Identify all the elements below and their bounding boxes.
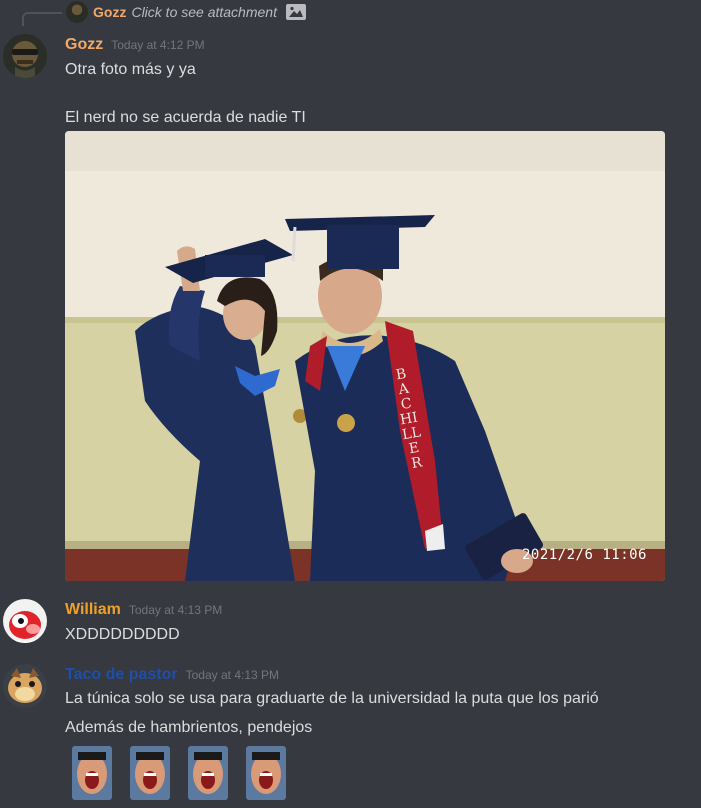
photo-attachment[interactable]: BACHILLER 2021/2/6 11:06 bbox=[65, 131, 665, 581]
reply-connector bbox=[22, 12, 62, 26]
message-text: Otra foto más y ya bbox=[65, 61, 196, 78]
photo-timestamp: 2021/2/6 11:06 bbox=[521, 547, 647, 563]
reply-text[interactable]: Click to see attachment bbox=[131, 4, 277, 20]
reply-avatar bbox=[66, 1, 88, 23]
message-text: El nerd no se acuerda de nadie TI bbox=[65, 109, 306, 126]
image-icon bbox=[285, 4, 306, 20]
avatar[interactable] bbox=[3, 664, 47, 708]
avatar[interactable] bbox=[3, 34, 47, 78]
graduation-photo bbox=[65, 131, 665, 581]
message-text: Además de hambrientos, pendejos bbox=[65, 719, 313, 736]
message-text: La túnica solo se usa para graduarte de … bbox=[65, 690, 599, 707]
user-avatar-icon bbox=[3, 34, 47, 78]
timestamp[interactable]: Today at 4:13 PM bbox=[186, 668, 279, 682]
timestamp[interactable]: Today at 4:13 PM bbox=[129, 603, 222, 617]
laughing-face-emoji[interactable] bbox=[188, 746, 228, 800]
timestamp[interactable]: Today at 4:12 PM bbox=[111, 38, 204, 52]
reply-username[interactable]: Gozz bbox=[93, 4, 126, 20]
laughing-face-emoji[interactable] bbox=[130, 746, 170, 800]
pokemon-avatar-icon bbox=[3, 664, 47, 708]
avatar[interactable] bbox=[3, 599, 47, 643]
laughing-face-emoji[interactable] bbox=[72, 746, 112, 800]
laughing-face-emoji[interactable] bbox=[246, 746, 286, 800]
username[interactable]: William bbox=[65, 601, 121, 619]
yoshi-avatar-icon bbox=[3, 599, 47, 643]
username[interactable]: Gozz bbox=[65, 36, 103, 54]
reply-preview[interactable]: Gozz Click to see attachment bbox=[66, 1, 306, 23]
message-text: XDDDDDDDDD bbox=[65, 626, 180, 643]
username[interactable]: Taco de pastor bbox=[65, 666, 178, 684]
